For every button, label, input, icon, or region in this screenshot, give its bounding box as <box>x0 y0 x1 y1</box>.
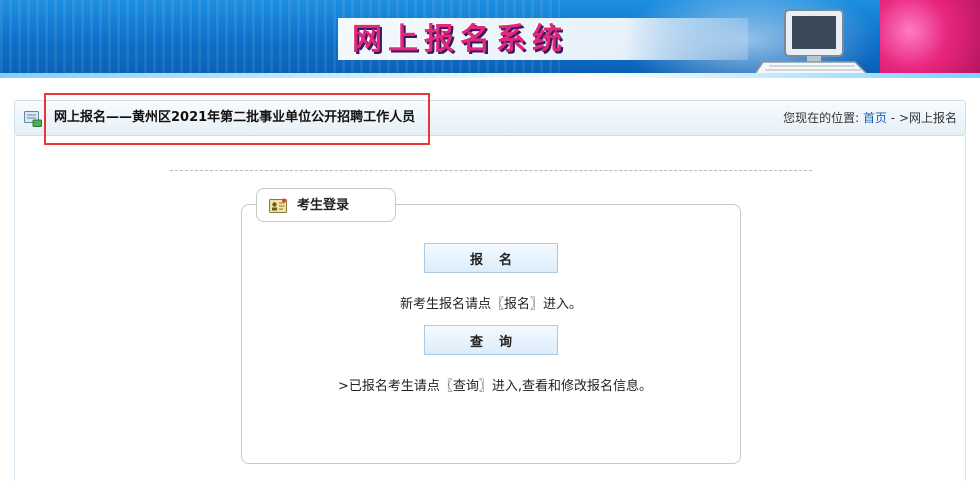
doc-icon <box>24 111 42 127</box>
register-button[interactable]: 报名 <box>424 243 558 273</box>
computer-icon <box>755 9 869 75</box>
register-note: 新考生报名请点〖报名〗进入。 <box>400 297 583 312</box>
breadcrumb-current: - >网上报名 <box>886 111 957 125</box>
login-panel-tab: 考生登录 <box>256 188 396 222</box>
query-note: >已报名考生请点〖查询〗进入,查看和修改报名信息。 <box>338 379 653 394</box>
login-tab-label: 考生登录 <box>297 198 350 213</box>
breadcrumb-prefix: 您现在的位置: <box>783 111 860 125</box>
breadcrumb: 您现在的位置: 首页 - >网上报名 <box>783 101 957 137</box>
banner-pink-ornament <box>880 0 980 78</box>
query-button[interactable]: 查询 <box>424 325 558 355</box>
banner-title: 网上报名系统 <box>352 22 568 57</box>
breadcrumb-home-link[interactable]: 首页 <box>863 111 887 125</box>
header-banner: 网上报名系统 <box>0 0 980 78</box>
banner-bottom-stripe <box>0 73 980 78</box>
divider <box>170 170 812 171</box>
id-card-icon <box>269 198 287 213</box>
